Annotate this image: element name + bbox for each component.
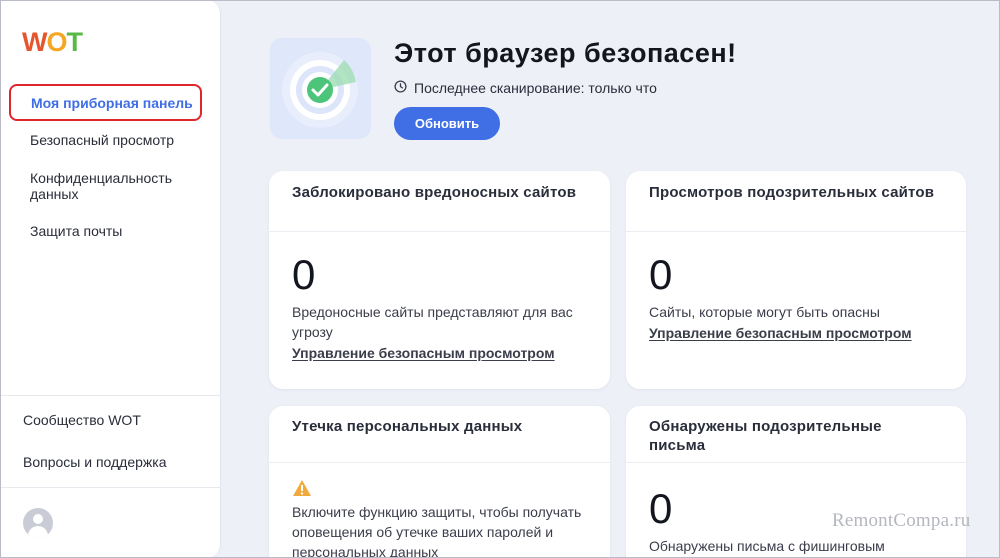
card-description: Сайты, которые могут быть опасны bbox=[649, 304, 880, 320]
watermark: RemontCompa.ru bbox=[832, 510, 971, 531]
manage-safe-browsing-link[interactable]: Управление безопасным просмотром bbox=[292, 345, 555, 361]
card-title: Утечка персональных данных bbox=[292, 418, 523, 435]
card-data-leak: Утечка персональных данных Включите функ… bbox=[269, 406, 610, 558]
refresh-button[interactable]: Обновить bbox=[394, 107, 500, 140]
card-suspicious-views: Просмотров подозрительных сайтов 0 Сайты… bbox=[626, 171, 966, 389]
last-scan-status: Последнее сканирование: только что bbox=[394, 80, 657, 96]
manage-safe-browsing-link[interactable]: Управление безопасным просмотром bbox=[649, 325, 912, 341]
card-title: Обнаружены подозрительные письма bbox=[649, 418, 882, 454]
sidebar-item-email-protection[interactable]: Защита почты bbox=[30, 223, 122, 239]
sidebar-divider bbox=[0, 487, 221, 488]
suspicious-emails-count: 0 bbox=[649, 485, 673, 532]
wot-logo[interactable]: WOT bbox=[22, 27, 83, 58]
clock-icon bbox=[394, 80, 407, 96]
sidebar-item-community[interactable]: Сообщество WOT bbox=[23, 412, 141, 428]
card-divider bbox=[626, 462, 966, 463]
sidebar-item-label: Моя приборная панель bbox=[31, 95, 193, 111]
card-divider bbox=[626, 231, 966, 232]
card-description: Обнаружены письма с фишинговым bbox=[649, 538, 885, 554]
sidebar: WOT Моя приборная панель Безопасный прос… bbox=[0, 0, 221, 558]
card-divider bbox=[269, 462, 610, 463]
last-scan-text: Последнее сканирование: только что bbox=[414, 80, 657, 96]
page-title: Этот браузер безопасен! bbox=[394, 38, 737, 68]
sidebar-item-data-privacy[interactable]: Конфиденциальность данных bbox=[30, 170, 190, 202]
card-title: Просмотров подозрительных сайтов bbox=[649, 184, 935, 201]
sidebar-item-safe-browsing[interactable]: Безопасный просмотр bbox=[30, 132, 174, 148]
card-description: Вредоносные сайты представляют для вас у… bbox=[292, 304, 573, 340]
sidebar-item-dashboard[interactable]: Моя приборная панель bbox=[9, 84, 202, 121]
blocked-count: 0 bbox=[292, 251, 316, 298]
sidebar-divider bbox=[0, 395, 221, 396]
shield-radar-illustration bbox=[270, 38, 371, 139]
card-description: Включите функцию защиты, чтобы получать … bbox=[292, 504, 582, 558]
card-title: Заблокировано вредоносных сайтов bbox=[292, 184, 577, 201]
avatar[interactable] bbox=[23, 508, 53, 538]
card-divider bbox=[269, 231, 610, 232]
warning-icon bbox=[292, 479, 312, 502]
card-suspicious-emails: Обнаружены подозрительные письма 0 Обнар… bbox=[626, 406, 966, 558]
suspicious-views-count: 0 bbox=[649, 251, 673, 298]
sidebar-item-support[interactable]: Вопросы и поддержка bbox=[23, 454, 167, 470]
card-blocked-sites: Заблокировано вредоносных сайтов 0 Вредо… bbox=[269, 171, 610, 389]
